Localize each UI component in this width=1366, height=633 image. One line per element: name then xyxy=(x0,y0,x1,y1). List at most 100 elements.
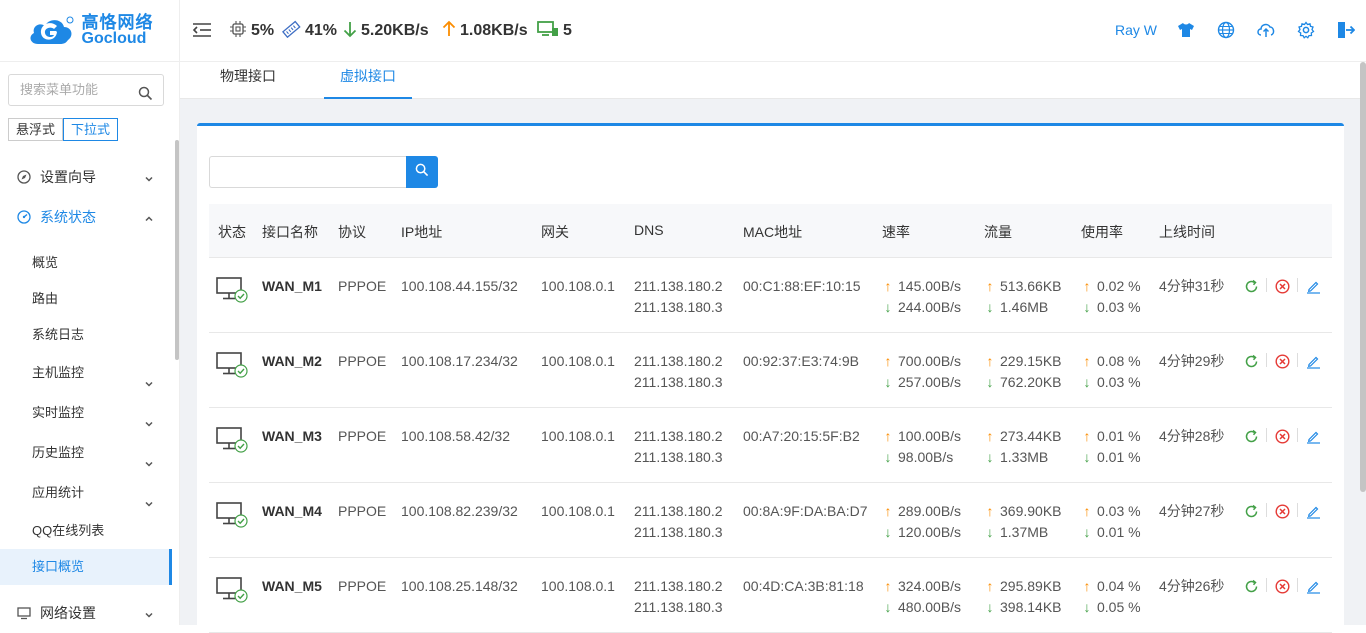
col-status: 状态 xyxy=(218,224,246,240)
edit-icon[interactable] xyxy=(1305,503,1321,519)
gear-icon[interactable] xyxy=(1296,20,1316,40)
globe-icon[interactable] xyxy=(1216,20,1236,40)
shirt-icon[interactable] xyxy=(1176,20,1196,40)
edit-icon[interactable] xyxy=(1305,353,1321,369)
sub-item-app-stats[interactable]: 应用统计 xyxy=(0,475,172,511)
refresh-icon[interactable] xyxy=(1243,353,1259,369)
download-arrow-icon xyxy=(343,20,357,43)
menu-search-input[interactable]: 搜索菜单功能 xyxy=(8,74,164,106)
up-arrow-icon: ↑ xyxy=(884,353,892,369)
menu-item-network-settings[interactable]: 网络设置 xyxy=(0,595,172,625)
search-button[interactable] xyxy=(406,156,438,188)
down-arrow-icon: ↓ xyxy=(884,599,892,615)
refresh-icon[interactable] xyxy=(1243,428,1259,444)
rate-up: 100.00B/s xyxy=(898,428,962,444)
sub-item-history-monitor[interactable]: 历史监控 xyxy=(0,435,172,471)
usage-up: 0.01 % xyxy=(1097,428,1141,444)
edit-icon[interactable] xyxy=(1305,278,1321,294)
ip-address: 100.108.17.234/32 xyxy=(401,353,518,369)
sub-item-interface-overview[interactable]: 接口概览 xyxy=(0,549,172,585)
edit-icon[interactable] xyxy=(1305,578,1321,594)
edit-icon[interactable] xyxy=(1305,428,1321,444)
refresh-icon[interactable] xyxy=(1243,503,1259,519)
col-rate: 速率 xyxy=(882,224,910,240)
up-arrow-icon: ↑ xyxy=(986,278,994,294)
menu-item-label: 设置向导 xyxy=(40,169,96,185)
flow-down: 762.20KB xyxy=(1000,374,1062,390)
ip-address: 100.108.25.148/32 xyxy=(401,578,518,594)
page-scrollbar[interactable] xyxy=(1360,62,1366,492)
interface-name: WAN_M5 xyxy=(262,578,322,594)
col-gateway: 网关 xyxy=(541,224,569,240)
menu-search-placeholder: 搜索菜单功能 xyxy=(20,82,99,97)
rate-down: 244.00B/s xyxy=(898,299,962,315)
flow-down: 1.46MB xyxy=(1000,299,1049,315)
menu-item-system-status[interactable]: 系统状态 xyxy=(0,199,172,235)
sidebar-scrollbar[interactable] xyxy=(175,140,179,360)
dns-secondary: 211.138.180.3 xyxy=(634,374,723,390)
search-icon[interactable] xyxy=(138,82,153,112)
usage-down: 0.05 % xyxy=(1097,599,1141,615)
ip-address: 100.108.44.155/32 xyxy=(401,278,518,294)
collapse-menu-icon[interactable] xyxy=(192,20,212,40)
col-protocol: 协议 xyxy=(338,224,366,240)
mode-floating-button[interactable]: 悬浮式 xyxy=(8,118,64,141)
interface-search-input[interactable] xyxy=(209,156,407,188)
memory-value: 41% xyxy=(305,22,338,39)
gocloud-logo-icon xyxy=(26,14,76,48)
online-status-icon xyxy=(215,501,249,535)
monitor-icon xyxy=(16,605,32,621)
down-arrow-icon: ↓ xyxy=(1083,449,1091,465)
cloud-upload-icon[interactable] xyxy=(1256,20,1276,40)
online-status-icon xyxy=(215,276,249,310)
sub-item-overview[interactable]: 概览 xyxy=(0,245,172,281)
rate-up: 145.00B/s xyxy=(898,278,962,294)
mode-dropdown-button[interactable]: 下拉式 xyxy=(63,118,119,141)
dns-primary: 211.138.180.2 xyxy=(634,428,723,444)
upload-arrow-icon xyxy=(442,20,456,43)
refresh-icon[interactable] xyxy=(1243,278,1259,294)
memory-icon xyxy=(281,20,301,43)
down-arrow-icon: ↓ xyxy=(884,449,892,465)
tab-virtual-interface[interactable]: 虚拟接口 xyxy=(324,62,412,99)
rate-down: 480.00B/s xyxy=(898,599,962,615)
disconnect-icon[interactable] xyxy=(1274,278,1290,294)
disconnect-icon[interactable] xyxy=(1274,428,1290,444)
flow-down: 398.14KB xyxy=(1000,599,1062,615)
logout-icon[interactable] xyxy=(1336,20,1356,40)
dns: 211.138.180.2 211.138.180.3 xyxy=(634,276,723,318)
hosts-value: 5 xyxy=(563,22,572,39)
usage: ↑ 0.02 % ↓ 0.03 % xyxy=(1081,276,1141,318)
menu-item-setup-wizard[interactable]: 设置向导 xyxy=(0,159,172,195)
cpu-value: 5% xyxy=(251,22,275,39)
chevron-down-icon xyxy=(144,171,154,187)
interface-name: WAN_M1 xyxy=(262,278,322,294)
rate-up: 700.00B/s xyxy=(898,353,962,369)
down-arrow-icon: ↓ xyxy=(986,599,994,615)
dns-secondary: 211.138.180.3 xyxy=(634,299,723,315)
tab-physical-interface[interactable]: 物理接口 xyxy=(208,62,288,99)
uptime: 4分钟31秒 xyxy=(1159,278,1225,294)
sub-item-system-log[interactable]: 系统日志 xyxy=(0,317,172,353)
sub-item-realtime-monitor[interactable]: 实时监控 xyxy=(0,395,172,431)
sub-item-routing[interactable]: 路由 xyxy=(0,281,172,317)
action-divider xyxy=(1297,278,1298,292)
disconnect-icon[interactable] xyxy=(1274,578,1290,594)
down-arrow-icon: ↓ xyxy=(884,299,892,315)
sub-item-qq-online[interactable]: QQ在线列表 xyxy=(0,513,172,549)
online-status-icon xyxy=(215,426,249,460)
usage: ↑ 0.03 % ↓ 0.01 % xyxy=(1081,501,1141,543)
online-status-icon xyxy=(215,576,249,610)
user-name[interactable]: Ray W xyxy=(1115,22,1157,38)
action-divider xyxy=(1297,428,1298,442)
disconnect-icon[interactable] xyxy=(1274,353,1290,369)
sub-item-host-monitor[interactable]: 主机监控 xyxy=(0,355,172,391)
refresh-icon[interactable] xyxy=(1243,578,1259,594)
dns: 211.138.180.2 211.138.180.3 xyxy=(634,576,723,618)
dashboard-icon xyxy=(16,209,32,225)
protocol: PPPOE xyxy=(338,428,387,444)
memory-stat: 41% xyxy=(281,20,337,42)
usage-down: 0.01 % xyxy=(1097,449,1141,465)
table-row: WAN_M5 PPPOE 100.108.25.148/32 100.108.0… xyxy=(209,558,1332,633)
disconnect-icon[interactable] xyxy=(1274,503,1290,519)
